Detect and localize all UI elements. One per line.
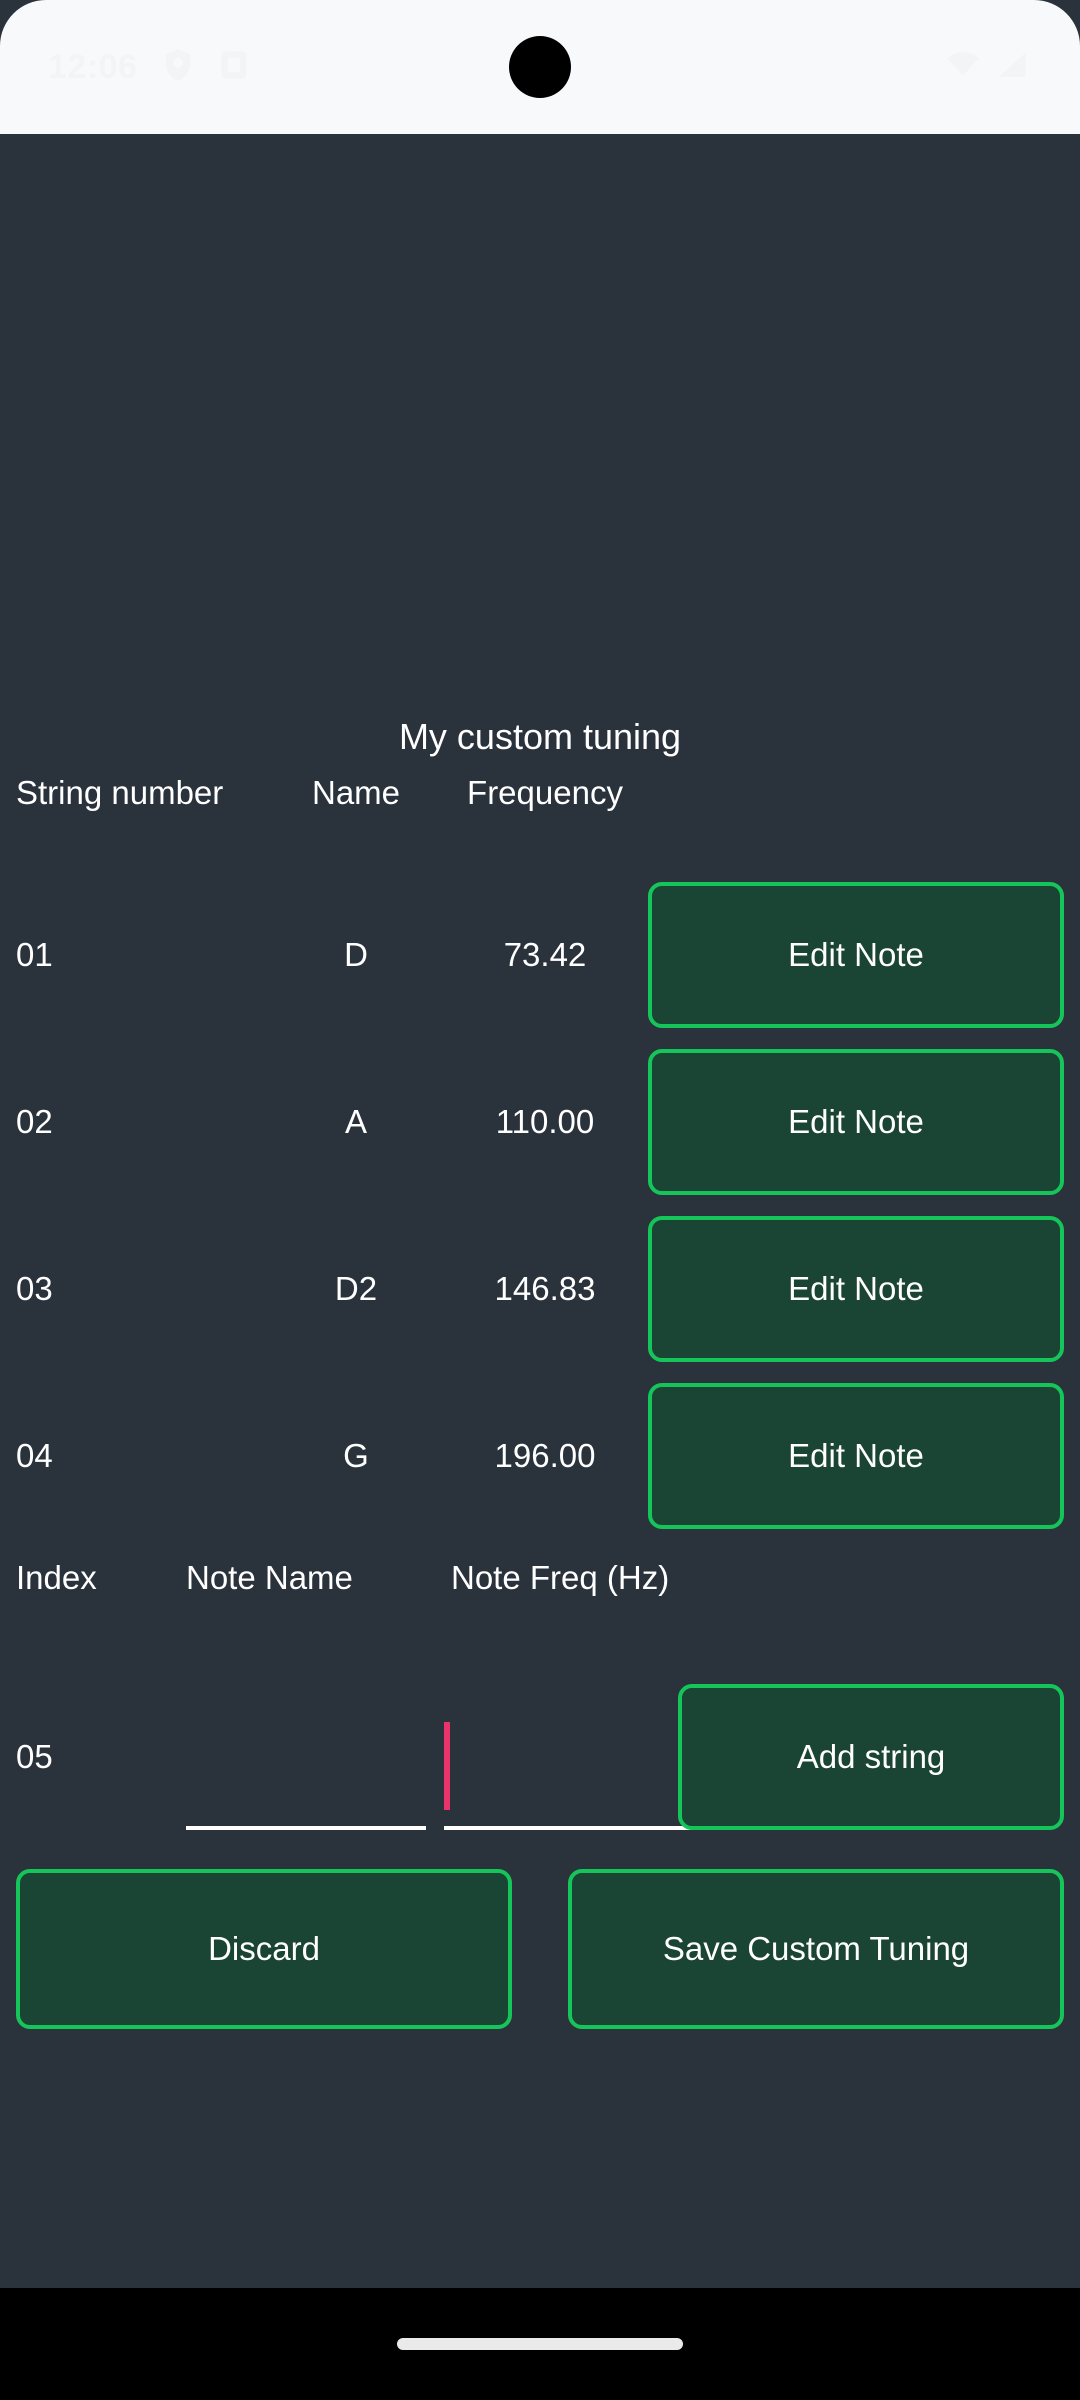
save-custom-tuning-button[interactable]: Save Custom Tuning xyxy=(568,1869,1064,2029)
phone-screen: 12:06 My custom tuning String number Nam… xyxy=(0,0,1080,2400)
status-bar-right xyxy=(946,0,1028,134)
navigation-bar xyxy=(0,2288,1080,2400)
row-note-name: A xyxy=(344,1103,367,1140)
row-string-number: 01 xyxy=(16,936,53,973)
edit-note-button[interactable]: Edit Note xyxy=(648,1383,1064,1529)
status-bar: 12:06 xyxy=(0,0,1080,134)
status-bar-left: 12:06 xyxy=(48,0,249,134)
wifi-icon xyxy=(946,51,980,84)
note-freq-input[interactable] xyxy=(444,1742,694,1830)
cellular-signal-icon xyxy=(996,51,1028,84)
column-header-frequency: Frequency xyxy=(467,774,623,811)
column-header-note-name: Note Name xyxy=(186,1559,353,1596)
note-freq-field-wrap xyxy=(444,1684,694,1830)
edit-note-button[interactable]: Edit Note xyxy=(648,1216,1064,1362)
note-name-field-wrap xyxy=(186,1684,426,1830)
column-header-name: Name xyxy=(311,774,401,811)
row-frequency: 110.00 xyxy=(495,1103,595,1140)
shield-vpn-icon xyxy=(163,48,193,87)
column-header-note-freq: Note Freq (Hz) xyxy=(451,1559,670,1596)
status-bar-clock: 12:06 xyxy=(48,48,138,86)
camera-punch-hole xyxy=(509,36,571,98)
row-note-name: D2 xyxy=(334,1270,378,1307)
add-string-section: Index Note Name Note Freq (Hz) 05 Add st… xyxy=(16,1559,1064,1830)
edit-note-button[interactable]: Edit Note xyxy=(648,882,1064,1028)
row-string-number: 02 xyxy=(16,1103,53,1140)
add-string-button[interactable]: Add string xyxy=(678,1684,1064,1830)
column-header-string-number: String number xyxy=(16,774,224,811)
add-string-row: 05 Add string xyxy=(16,1684,1064,1830)
table-row: 01 D 73.42 Edit Note xyxy=(16,882,1064,1028)
column-header-index: Index xyxy=(16,1559,97,1596)
app-notification-icon xyxy=(219,49,249,86)
row-string-number: 03 xyxy=(16,1270,53,1307)
tuning-table-header: String number Name Frequency xyxy=(16,774,1064,812)
row-note-name: D xyxy=(344,936,368,973)
page-title: My custom tuning xyxy=(398,716,682,757)
row-frequency: 196.00 xyxy=(494,1437,596,1474)
home-gesture-pill[interactable] xyxy=(397,2338,683,2350)
table-row: 04 G 196.00 Edit Note xyxy=(16,1383,1064,1529)
add-string-header: Index Note Name Note Freq (Hz) xyxy=(16,1559,1064,1597)
discard-button[interactable]: Discard xyxy=(16,1869,512,2029)
table-row: 03 D2 146.83 Edit Note xyxy=(16,1216,1064,1362)
main-content: My custom tuning String number Name Freq… xyxy=(0,134,1080,2288)
note-name-input[interactable] xyxy=(186,1742,426,1830)
row-frequency: 146.83 xyxy=(494,1270,596,1307)
add-string-index: 05 xyxy=(16,1738,53,1775)
edit-note-button[interactable]: Edit Note xyxy=(648,1049,1064,1195)
row-frequency: 73.42 xyxy=(503,936,587,973)
row-note-name: G xyxy=(343,1437,369,1474)
action-buttons: Discard Save Custom Tuning xyxy=(16,1869,1064,2029)
row-string-number: 04 xyxy=(16,1437,53,1474)
table-row: 02 A 110.00 Edit Note xyxy=(16,1049,1064,1195)
